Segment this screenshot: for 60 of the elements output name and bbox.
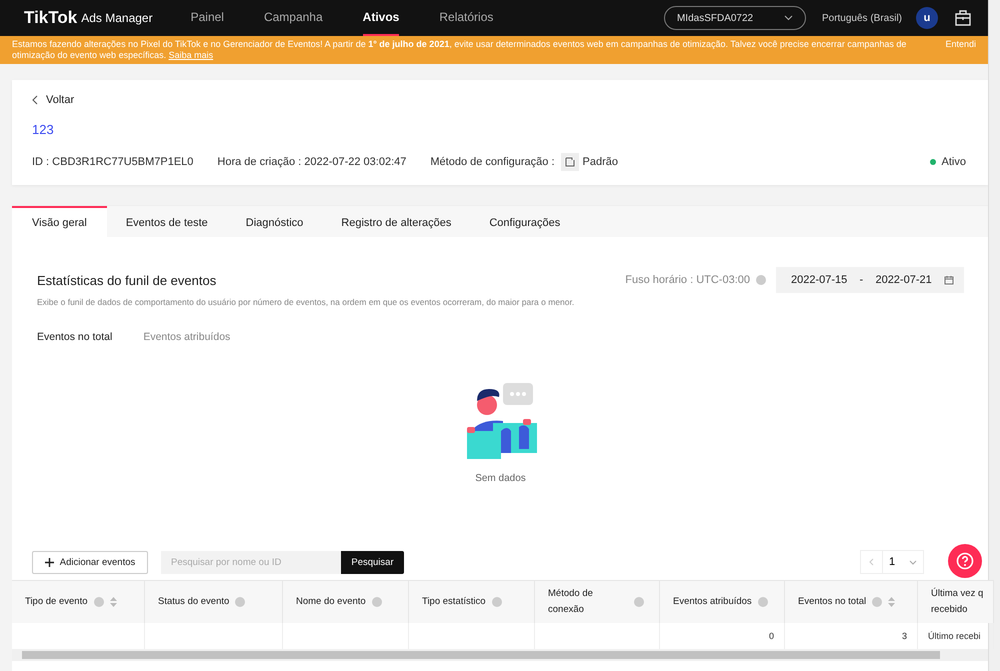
account-dropdown[interactable]: MIdasSFDA0722 xyxy=(664,6,806,30)
column-header: Tipo estatístico xyxy=(409,580,535,623)
chevron-left-icon xyxy=(869,558,874,566)
empty-state-text: Sem dados xyxy=(475,473,526,484)
help-button[interactable] xyxy=(948,544,982,578)
help-icon xyxy=(492,597,502,607)
setup-method-icon xyxy=(560,153,579,171)
sub-tab[interactable]: Eventos atribuídos xyxy=(143,331,230,343)
section-description: Exibe o funil de dados de comportamento do usuário por número de eventos, na ordem em que os eventos ocorreram, do maior para o menor. xyxy=(37,297,576,307)
help-icon xyxy=(235,597,246,607)
chevron-down-icon xyxy=(784,15,793,21)
nav-item[interactable]: Relatórios xyxy=(439,0,494,36)
help-icon xyxy=(872,597,882,607)
creation-time: Hora de criação : 2022-07-22 03:02:47 xyxy=(217,156,406,168)
banner-text: Estamos fazendo alterações no Pixel do TikTok e no Gerenciador de Eventos! A partir de 1° de julho de 2021, evite usar determinados eventos web em campanhas de otimização. Talvez você precise encerrar campanhas de otimização do evento web específicas. Saiba mais xyxy=(12,39,908,61)
tab[interactable]: Configurações xyxy=(470,206,580,237)
date-range-picker[interactable]: 2022-07-15 - 2022-07-21 xyxy=(776,267,964,293)
tab[interactable]: Visão geral xyxy=(12,206,107,237)
tab[interactable]: Registro de alterações xyxy=(322,206,470,237)
help-icon xyxy=(758,597,768,607)
column-header: Status do evento xyxy=(145,580,283,623)
setup-method-value: Padrão xyxy=(582,156,618,168)
pixel-id: ID : CBD3R1RC77U5BM7P1EL0 xyxy=(32,156,194,168)
status-text: Ativo xyxy=(942,156,966,168)
timezone-label: Fuso horário : UTC-03:00 xyxy=(625,274,750,286)
logo-subtitle: Ads Manager xyxy=(81,11,153,25)
nav-item[interactable]: Campanha xyxy=(264,0,323,36)
chevron-down-icon xyxy=(909,560,917,564)
column-header: Última vez q recebido xyxy=(918,580,994,623)
help-icon xyxy=(94,597,104,607)
column-header: Método de conexão xyxy=(535,580,660,623)
sort-icon[interactable] xyxy=(888,597,896,607)
pixel-name: 123 xyxy=(32,122,55,137)
language-selector[interactable]: Português (Brasil) xyxy=(822,12,902,24)
add-events-button[interactable]: Adicionar eventos xyxy=(32,550,148,574)
column-header: Tipo de evento xyxy=(12,580,145,623)
help-icon xyxy=(634,597,644,607)
plus-icon xyxy=(44,558,54,566)
column-header: Eventos no total xyxy=(785,580,918,623)
column-header: Nome do evento xyxy=(283,580,409,623)
sort-icon[interactable] xyxy=(110,597,116,607)
nav-item[interactable]: Painel xyxy=(190,0,224,36)
tab[interactable]: Diagnóstico xyxy=(226,206,322,237)
back-link[interactable]: Voltar xyxy=(32,94,966,106)
help-icon xyxy=(372,597,382,607)
status-dot xyxy=(930,159,936,165)
logo: TikTok xyxy=(24,8,78,28)
briefcase-icon[interactable] xyxy=(954,9,972,27)
column-header: Eventos atribuídos xyxy=(660,580,785,623)
search-button[interactable]: Pesquisar xyxy=(341,550,404,574)
setup-method-label: Método de configuração : xyxy=(430,156,555,168)
help-icon xyxy=(756,275,766,285)
search-field[interactable]: Pesquisar por nome ou ID xyxy=(161,550,341,574)
calendar-icon xyxy=(944,275,954,285)
tab[interactable]: Eventos de teste xyxy=(106,206,227,237)
question-mark-icon xyxy=(956,552,974,570)
section-title: Estatísticas do funil de eventos xyxy=(37,272,216,288)
user-avatar[interactable]: u xyxy=(916,7,938,29)
sub-tab[interactable]: Eventos no total xyxy=(37,331,112,343)
chevron-left-icon xyxy=(32,95,38,105)
